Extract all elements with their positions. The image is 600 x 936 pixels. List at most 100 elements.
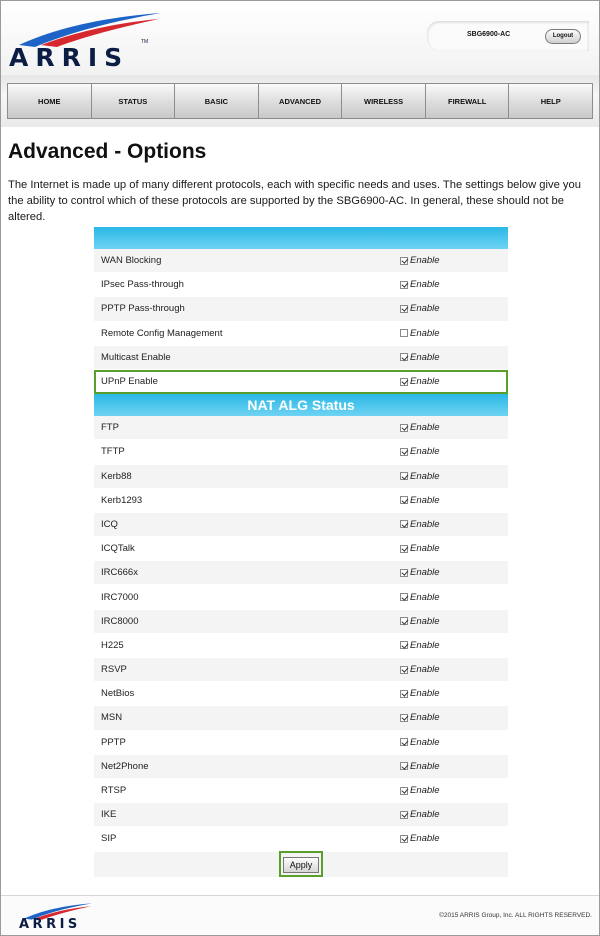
enable-checkbox[interactable] (400, 665, 408, 674)
enable-label: Enable (410, 518, 440, 530)
table-row: Remote Config Management Enable (94, 321, 508, 346)
footer-logo: ARRIS (19, 902, 99, 932)
table-row: IPsec Pass-through Enable (94, 273, 508, 298)
enable-option[interactable]: Enable (400, 519, 508, 530)
row-label: Multicast Enable (101, 351, 171, 363)
enable-label: Enable (410, 303, 440, 315)
row-label: TFTP (101, 446, 125, 458)
enable-checkbox[interactable] (400, 689, 408, 698)
enable-option[interactable]: Enable (400, 737, 508, 748)
enable-checkbox[interactable] (400, 447, 408, 456)
nav-basic[interactable]: BASIC (175, 84, 259, 118)
enable-option[interactable]: Enable (400, 303, 508, 314)
enable-option[interactable]: Enable (400, 712, 508, 723)
enable-option[interactable]: Enable (400, 592, 508, 603)
enable-option[interactable]: Enable (400, 328, 508, 339)
nav-status[interactable]: STATUS (91, 84, 176, 118)
row-label: Kerb1293 (101, 494, 143, 506)
enable-checkbox[interactable] (400, 496, 408, 505)
nav-help[interactable]: HELP (509, 84, 593, 118)
table-row: ICQ Enable (94, 512, 508, 538)
enable-checkbox[interactable] (400, 617, 408, 626)
enable-option[interactable]: Enable (400, 376, 508, 387)
enable-option[interactable]: Enable (400, 761, 508, 772)
enable-label: Enable (410, 470, 440, 482)
main-nav: HOME STATUS BASIC ADVANCED WIRELESS FIRE… (7, 83, 593, 119)
enable-option[interactable]: Enable (400, 640, 508, 651)
table-row: WAN Blocking Enable (94, 249, 508, 274)
table-row: UPnP Enable Enable (94, 369, 508, 395)
table-row: PPTP Pass-through Enable (94, 297, 508, 322)
enable-option[interactable]: Enable (400, 446, 508, 457)
row-label: RTSP (101, 785, 127, 797)
enable-option[interactable]: Enable (400, 422, 508, 433)
table-row: FTP Enable (94, 416, 508, 441)
enable-option[interactable]: Enable (400, 255, 508, 266)
enable-checkbox[interactable] (400, 810, 408, 819)
enable-option[interactable]: Enable (400, 785, 508, 796)
enable-checkbox[interactable] (400, 762, 408, 771)
enable-checkbox[interactable] (400, 738, 408, 747)
table-row: Multicast Enable Enable (94, 345, 508, 370)
logo-trademark: TM (141, 39, 149, 45)
apply-button[interactable]: Apply (282, 857, 320, 873)
enable-option[interactable]: Enable (400, 616, 508, 627)
copyright-text: ©2015 ARRIS Group, Inc. ALL RIGHTS RESER… (439, 912, 592, 919)
enable-option[interactable]: Enable (400, 833, 508, 844)
enable-checkbox[interactable] (400, 280, 408, 289)
enable-option[interactable]: Enable (400, 279, 508, 290)
enable-checkbox[interactable] (400, 423, 408, 432)
enable-label: Enable (410, 422, 440, 434)
enable-option[interactable]: Enable (400, 567, 508, 578)
nav-firewall[interactable]: FIREWALL (425, 84, 510, 118)
enable-checkbox[interactable] (400, 520, 408, 529)
enable-checkbox[interactable] (400, 568, 408, 577)
enable-checkbox[interactable] (400, 786, 408, 795)
table-row: IRC666x Enable (94, 561, 508, 586)
nav-advanced[interactable]: ADVANCED (258, 84, 343, 118)
nav-home[interactable]: HOME (8, 84, 92, 118)
row-label: Net2Phone (101, 760, 149, 772)
row-label: H225 (101, 639, 124, 651)
enable-checkbox[interactable] (400, 544, 408, 553)
header: ARRIS TM SBG6900-AC Logout (1, 1, 599, 75)
enable-option[interactable]: Enable (400, 471, 508, 482)
enable-option[interactable]: Enable (400, 495, 508, 506)
table-row: Kerb88 Enable (94, 464, 508, 489)
apply-row: Apply (94, 851, 508, 877)
logout-button[interactable]: Logout (545, 29, 581, 44)
row-label: ICQTalk (101, 543, 135, 555)
row-label: FTP (101, 422, 119, 434)
enable-checkbox[interactable] (400, 256, 408, 265)
enable-label: Enable (410, 494, 440, 506)
table-row: NetBios Enable (94, 682, 508, 707)
enable-option[interactable]: Enable (400, 664, 508, 675)
enable-label: Enable (410, 785, 440, 797)
enable-checkbox[interactable] (400, 593, 408, 602)
enable-option[interactable]: Enable (400, 352, 508, 363)
page-title: Advanced - Options (8, 140, 207, 163)
enable-checkbox[interactable] (400, 641, 408, 650)
enable-option[interactable]: Enable (400, 688, 508, 699)
table-row: IKE Enable (94, 803, 508, 828)
row-label: RSVP (101, 664, 127, 676)
row-label: IRC666x (101, 567, 138, 579)
arris-logo: ARRIS TM (9, 11, 169, 72)
intro-text: The Internet is made up of many differen… (8, 179, 581, 223)
table-row: Kerb1293 Enable (94, 488, 508, 513)
enable-checkbox[interactable] (400, 713, 408, 722)
enable-label: Enable (410, 591, 440, 603)
enable-option[interactable]: Enable (400, 543, 508, 554)
enable-checkbox[interactable] (400, 377, 408, 386)
enable-checkbox[interactable] (400, 329, 408, 338)
nav-wireless[interactable]: WIRELESS (342, 84, 426, 118)
enable-checkbox[interactable] (400, 304, 408, 313)
row-label: ICQ (101, 518, 118, 530)
row-label: WAN Blocking (101, 255, 162, 267)
enable-option[interactable]: Enable (400, 809, 508, 820)
enable-checkbox[interactable] (400, 834, 408, 843)
enable-label: Enable (410, 639, 440, 651)
enable-checkbox[interactable] (400, 353, 408, 362)
table-row: ICQTalk Enable (94, 537, 508, 562)
enable-checkbox[interactable] (400, 472, 408, 481)
